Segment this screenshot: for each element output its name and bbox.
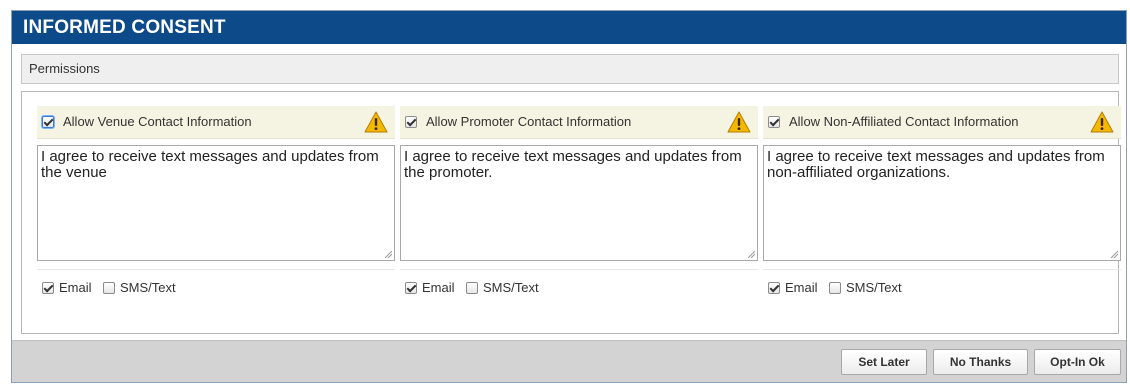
informed-consent-dialog: INFORMED CONSENT Permissions Allow Venue…	[11, 10, 1127, 383]
non-affiliated-message-textarea[interactable]: I agree to receive text messages and upd…	[763, 145, 1121, 261]
non-affiliated-message-text: I agree to receive text messages and upd…	[767, 148, 1105, 181]
non-affiliated-channel-options: Email SMS/Text	[763, 280, 1121, 296]
set-later-button[interactable]: Set Later	[841, 349, 927, 375]
column-header: Allow Venue Contact Information	[37, 106, 395, 139]
resize-grip-icon[interactable]	[747, 250, 755, 258]
allow-promoter-label: Allow Promoter Contact Information	[426, 114, 632, 129]
venue-sms-label: SMS/Text	[120, 280, 176, 295]
resize-grip-icon[interactable]	[1110, 250, 1118, 258]
opt-in-ok-button[interactable]: Opt-In Ok	[1034, 349, 1121, 375]
column-divider	[763, 269, 1121, 270]
warning-icon	[727, 111, 751, 133]
column-divider	[37, 269, 395, 270]
dialog-title: INFORMED CONSENT	[12, 11, 1126, 44]
allow-non-affiliated-checkbox[interactable]	[768, 116, 780, 128]
resize-grip-icon[interactable]	[384, 250, 392, 258]
column-header: Allow Promoter Contact Information	[400, 106, 758, 139]
promoter-message-textarea[interactable]: I agree to receive text messages and upd…	[400, 145, 758, 261]
venue-message-text: I agree to receive text messages and upd…	[41, 148, 379, 181]
non-affiliated-email-label: Email	[785, 280, 818, 295]
venue-channel-options: Email SMS/Text	[37, 280, 395, 296]
non-affiliated-email-checkbox[interactable]	[768, 282, 780, 294]
background-strip	[0, 0, 10, 386]
promoter-sms-label: SMS/Text	[483, 280, 539, 295]
promoter-message-text: I agree to receive text messages and upd…	[404, 148, 742, 181]
permissions-section-label: Permissions	[21, 54, 1119, 84]
venue-sms-checkbox[interactable]	[103, 282, 115, 294]
non-affiliated-sms-checkbox[interactable]	[829, 282, 841, 294]
allow-venue-label: Allow Venue Contact Information	[63, 114, 252, 129]
venue-email-label: Email	[59, 280, 92, 295]
warning-icon	[1090, 111, 1114, 133]
promoter-email-checkbox[interactable]	[405, 282, 417, 294]
venue-email-checkbox[interactable]	[42, 282, 54, 294]
promoter-email-label: Email	[422, 280, 455, 295]
promoter-channel-options: Email SMS/Text	[400, 280, 758, 296]
dialog-footer: Set Later No Thanks Opt-In Ok	[12, 340, 1126, 382]
allow-promoter-checkbox[interactable]	[405, 116, 417, 128]
column-header: Allow Non-Affiliated Contact Information	[763, 106, 1121, 139]
permissions-content: Allow Venue Contact Information I agree …	[21, 91, 1121, 334]
promoter-sms-checkbox[interactable]	[466, 282, 478, 294]
venue-message-textarea[interactable]: I agree to receive text messages and upd…	[37, 145, 395, 261]
no-thanks-button[interactable]: No Thanks	[933, 349, 1028, 375]
non-affiliated-sms-label: SMS/Text	[846, 280, 902, 295]
warning-icon	[364, 111, 388, 133]
allow-non-affiliated-label: Allow Non-Affiliated Contact Information	[789, 114, 1019, 129]
allow-venue-checkbox[interactable]	[42, 116, 54, 128]
column-divider	[400, 269, 758, 270]
